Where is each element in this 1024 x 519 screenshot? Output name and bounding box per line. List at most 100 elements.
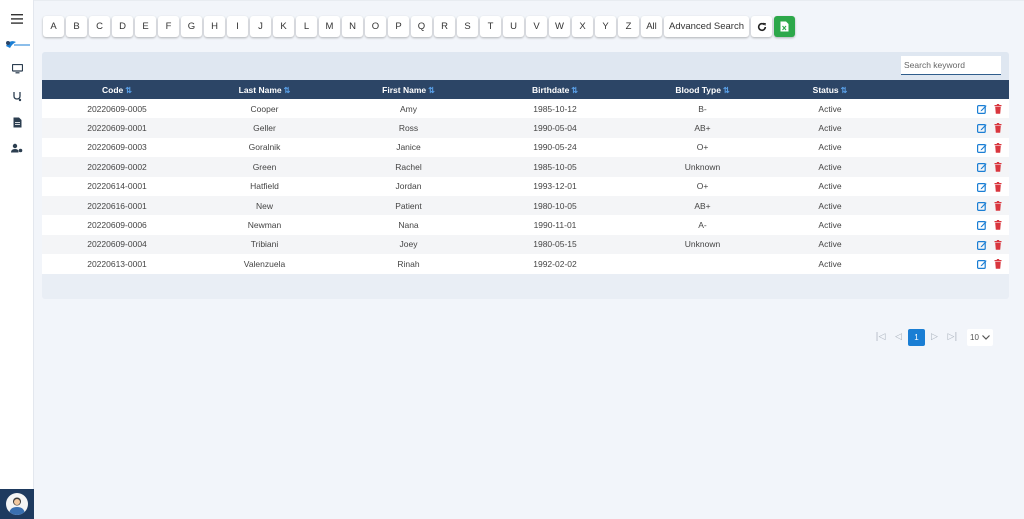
cell-first: Nana (398, 220, 419, 231)
next-page-icon[interactable]: ▷ (926, 329, 943, 346)
delete-icon[interactable] (993, 142, 1003, 153)
document-icon[interactable] (0, 111, 34, 133)
delete-icon[interactable] (993, 201, 1003, 211)
letter-filter-r[interactable]: R (434, 16, 455, 37)
table-row[interactable]: 20220609-0001 Geller Ross 1990-05-04 AB+ Acti… (42, 118, 1009, 138)
letter-filter-y[interactable]: Y (595, 16, 616, 37)
table-row[interactable]: 20220613-0001 Valenzuela Rinah 1992-02-02 Ac… (42, 254, 1009, 274)
last-page-icon[interactable]: ▷| (944, 329, 961, 346)
search-input[interactable] (901, 56, 1001, 75)
letter-filter-f[interactable]: F (158, 16, 179, 37)
delete-icon[interactable] (993, 220, 1003, 231)
cell-status: Active (818, 123, 842, 134)
table-row[interactable]: 20220616-0001 New Patient 1980-10-05 AB+ Acti… (42, 195, 1009, 216)
column-header-last-name[interactable]: Last Name ⇅ (192, 80, 337, 99)
cell-code: 20220609-0003 (87, 142, 147, 153)
column-header-code[interactable]: Code ⇅ (42, 80, 192, 99)
letter-filter-x[interactable]: X (572, 16, 593, 37)
letter-filter-i[interactable]: I (227, 16, 248, 37)
letter-filter-e[interactable]: E (135, 16, 156, 37)
edit-icon[interactable] (977, 220, 987, 231)
user-gear-icon[interactable] (0, 137, 34, 159)
table-row[interactable]: 20220609-0004 Tribiani Joey 1980-05-15 Unkno… (42, 234, 1009, 255)
edit-icon[interactable] (977, 182, 987, 192)
letter-filter-h[interactable]: H (204, 16, 225, 37)
cell-last: Cooper (250, 103, 279, 114)
cell-first: Janice (396, 142, 421, 153)
edit-icon[interactable] (977, 123, 987, 134)
user-profile[interactable] (0, 489, 34, 519)
edit-icon[interactable] (977, 162, 987, 173)
refresh-button[interactable] (751, 16, 772, 37)
letter-filter-k[interactable]: K (273, 16, 294, 37)
edit-icon[interactable] (977, 143, 987, 153)
first-page-icon[interactable]: |◁ (872, 329, 889, 346)
letter-filter-s[interactable]: S (457, 16, 478, 37)
delete-icon[interactable] (993, 123, 1003, 134)
hamburger-menu-icon[interactable] (0, 8, 34, 30)
letter-filter-t[interactable]: T (480, 16, 501, 37)
advanced-search-button[interactable]: Advanced Search (664, 16, 749, 37)
letter-filter-p[interactable]: P (388, 16, 409, 37)
cell-last: Goralnik (248, 142, 281, 153)
letter-filter-a[interactable]: A (43, 16, 64, 37)
row-actions (885, 157, 1009, 176)
delete-icon[interactable] (993, 162, 1003, 173)
edit-icon[interactable] (977, 201, 987, 212)
sort-icon[interactable]: ⇅ (723, 86, 730, 95)
cell-last: Valenzuela (243, 258, 286, 269)
sort-icon[interactable]: ⇅ (571, 86, 578, 95)
table-row[interactable]: 20220609-0003 Goralnik Janice 1990-05-24 O+ A… (42, 137, 1009, 158)
table-row[interactable]: 20220609-0006 Newman Nana 1990-11-01 A- Activ… (42, 215, 1009, 235)
delete-icon[interactable] (993, 104, 1003, 114)
cell-blood: AB+ (694, 123, 711, 134)
table-row[interactable]: 20220609-0002 Green Rachel 1985-10-05 Unknow… (42, 157, 1009, 177)
table-row[interactable]: 20220614-0001 Hatfield Jordan 1993-12-01 O+ A… (42, 176, 1009, 196)
stethoscope-icon[interactable] (0, 85, 34, 107)
letter-filter-c[interactable]: C (89, 16, 110, 37)
delete-icon[interactable] (993, 239, 1003, 250)
row-actions (885, 196, 1009, 215)
letter-filter-l[interactable]: L (296, 16, 317, 37)
delete-icon[interactable] (993, 181, 1003, 192)
delete-icon[interactable] (993, 259, 1003, 269)
cell-status: Active (818, 220, 842, 231)
letter-filter-n[interactable]: N (342, 16, 363, 37)
page-button-current[interactable]: 1 (908, 328, 925, 346)
letter-filter-j[interactable]: J (250, 16, 271, 37)
previous-page-icon[interactable]: ◁ (890, 329, 907, 346)
column-header-birthdate[interactable]: Birthdate ⇅ (480, 80, 630, 99)
letter-filter-v[interactable]: V (526, 16, 547, 37)
letter-filter-g[interactable]: G (181, 16, 202, 37)
letter-filter-o[interactable]: O (365, 16, 386, 37)
letter-filter-b[interactable]: B (66, 16, 87, 37)
panel-toolbar (42, 52, 1009, 80)
cell-status: Active (818, 161, 842, 172)
cell-last: Newman (247, 220, 282, 231)
export-excel-button[interactable] (774, 16, 795, 37)
edit-icon[interactable] (977, 104, 987, 115)
sort-icon[interactable]: ⇅ (841, 86, 848, 95)
letter-filter-q[interactable]: Q (411, 16, 432, 37)
letter-filter-d[interactable]: D (112, 16, 133, 37)
column-header-blood-type[interactable]: Blood Type ⇅ (630, 80, 775, 99)
letter-filter-z[interactable]: Z (618, 16, 639, 37)
letter-filter-all[interactable]: All (641, 16, 662, 37)
row-actions (885, 235, 1009, 254)
letter-filter-w[interactable]: W (549, 16, 570, 37)
letter-filter-u[interactable]: U (503, 16, 524, 37)
row-actions (885, 177, 1009, 196)
table-row[interactable]: 20220609-0005 Cooper Amy 1985-10-12 B- Active (42, 99, 1009, 119)
column-header-first-name[interactable]: First Name ⇅ (337, 80, 480, 99)
cell-code: 20220614-0001 (87, 181, 147, 192)
column-header-status[interactable]: Status ⇅ (775, 80, 885, 99)
cell-code: 20220609-0004 (87, 239, 147, 250)
sort-icon[interactable]: ⇅ (125, 86, 132, 95)
edit-icon[interactable] (977, 259, 987, 270)
sort-icon[interactable]: ⇅ (284, 86, 291, 95)
monitor-icon[interactable] (0, 58, 34, 80)
page-size-select[interactable]: 10 (967, 328, 993, 346)
letter-filter-m[interactable]: M (319, 16, 340, 37)
edit-icon[interactable] (977, 240, 987, 250)
sort-icon[interactable]: ⇅ (428, 86, 435, 95)
